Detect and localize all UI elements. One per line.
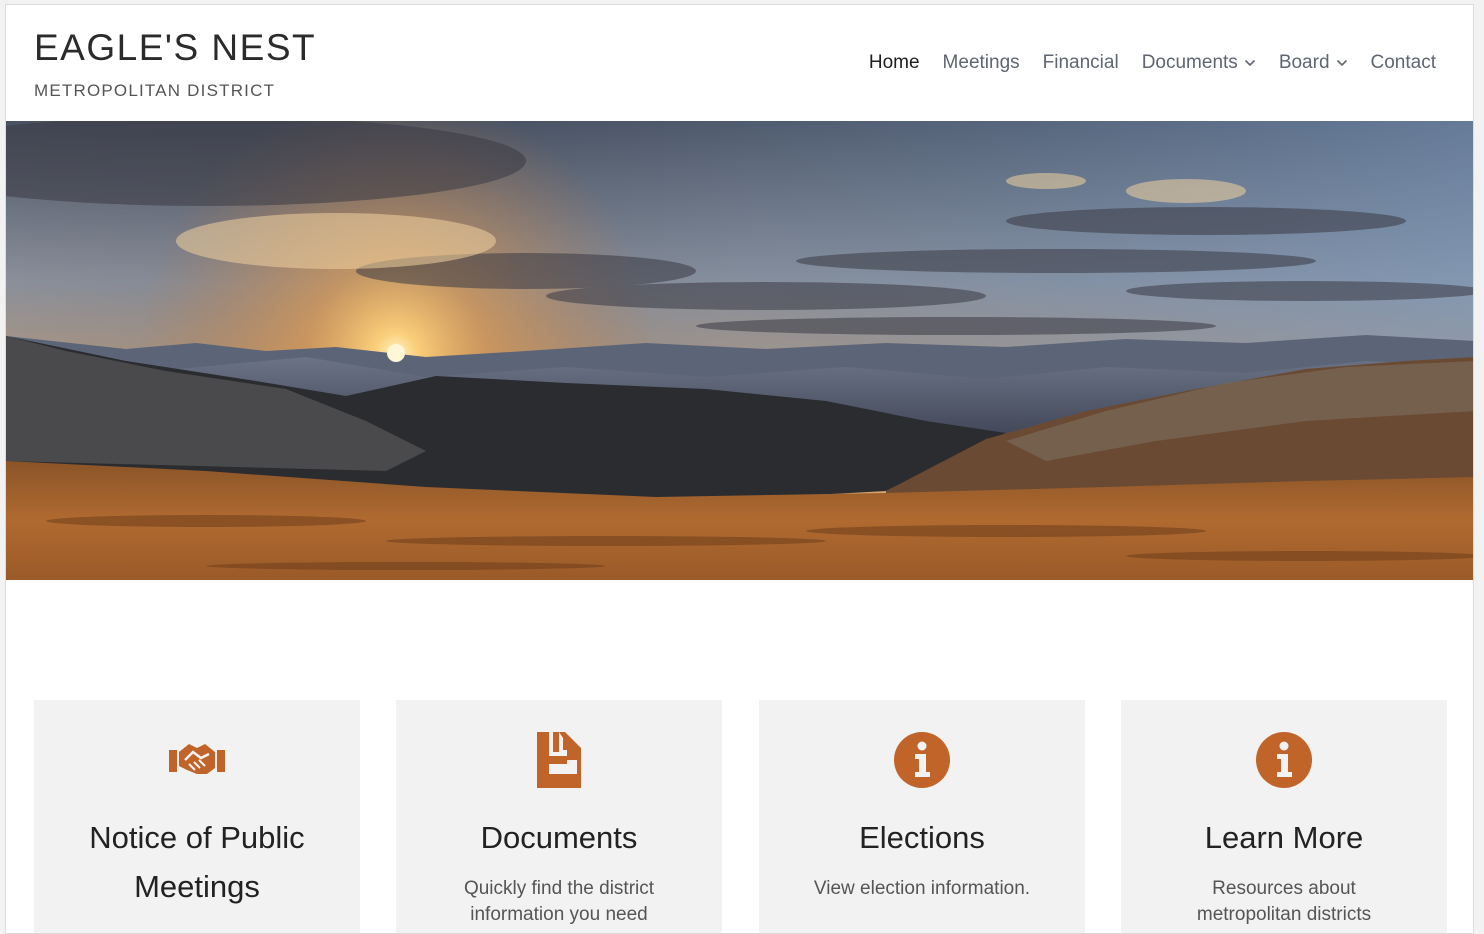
document-icon (537, 732, 581, 788)
handshake-icon (169, 744, 225, 774)
nav-item-label: Board (1278, 52, 1330, 73)
nav-item-meetings[interactable]: Meetings (943, 52, 1020, 74)
card-learn-more[interactable]: Learn More Resources about metropolitan … (1121, 700, 1447, 933)
hero-image (6, 121, 1473, 580)
card-documents[interactable]: Documents Quickly find the district info… (396, 700, 722, 933)
card-text: View election information. (813, 878, 1031, 899)
nav-item-label: Documents (1141, 52, 1238, 73)
card-public-meetings[interactable]: Notice of Public Meetings (34, 700, 360, 933)
nav-item-label: Meetings (942, 52, 1020, 73)
card-text: Quickly find the district information yo… (463, 878, 655, 925)
mountain-sunset-illustration (6, 121, 1473, 580)
chevron-down-icon (1244, 59, 1255, 67)
nav-item-board[interactable]: Board (1279, 52, 1348, 74)
chevron-down-icon (1336, 59, 1347, 67)
page: EAGLE'S NEST METROPOLITAN DISTRICT Home … (5, 4, 1474, 934)
nav-item-home[interactable]: Home (869, 52, 920, 74)
nav-item-financial[interactable]: Financial (1043, 52, 1119, 74)
nav-item-documents[interactable]: Documents (1142, 52, 1256, 74)
nav-item-label: Home (868, 52, 920, 73)
nav-item-label: Contact (1370, 52, 1436, 73)
nav-item-contact[interactable]: Contact (1371, 52, 1436, 74)
card-elections[interactable]: Elections View election information. (759, 700, 1085, 933)
card-title: Notice of Public Meetings (89, 820, 305, 904)
card-title: Elections (859, 820, 985, 855)
nav-item-label: Financial (1042, 52, 1119, 73)
info-circle-icon (894, 732, 950, 788)
site-subtitle: METROPOLITAN DISTRICT (34, 81, 276, 100)
site-header: EAGLE'S NEST METROPOLITAN DISTRICT Home … (6, 5, 1473, 121)
card-title: Learn More (1204, 820, 1364, 855)
main-nav: Home Meetings Financial Documents Board (869, 52, 1436, 74)
info-circle-icon (1256, 732, 1312, 788)
card-title: Documents (480, 820, 638, 855)
card-text: Resources about metropolitan districts (1196, 878, 1372, 925)
site-title[interactable]: EAGLE'S NEST (34, 27, 316, 69)
